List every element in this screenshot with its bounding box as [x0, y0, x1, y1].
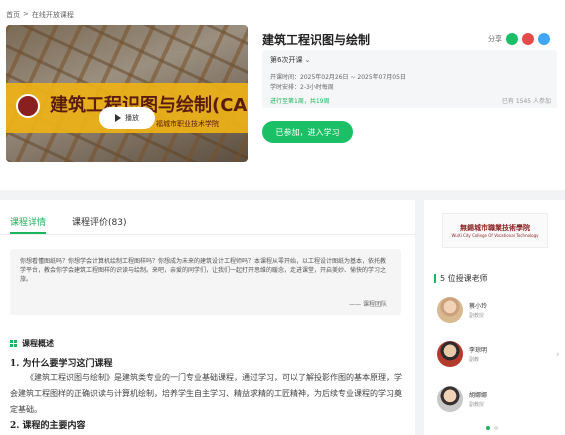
study-time: 学时安排：2-3小时每周: [270, 84, 334, 91]
teacher-card[interactable]: 胡娜娜 副教授: [437, 386, 487, 412]
course-progress: 进行至第1周，共19周: [270, 98, 330, 105]
enter-study-button[interactable]: 已参加，进入学习: [262, 121, 353, 143]
teachers-heading-label: 5 位授课老师: [440, 274, 488, 283]
course-cover-video[interactable]: 建筑工程识图与绘制(CAD) 福城市职业技术学院 播放: [6, 25, 248, 162]
breadcrumb-separator: >: [23, 10, 29, 18]
course-intro-quote: 你想看懂图纸吗？你想学会计算机绘制工程图样吗？你想成为未来的建筑设计工程师吗？本…: [10, 249, 401, 315]
overview-paragraph-1: 《建筑工程识图与绘制》是建筑类专业的一门专业基础课程，通过学习，可以了解投影作图…: [10, 373, 402, 414]
chevron-down-icon: ⌄: [304, 56, 311, 64]
wechat-icon[interactable]: [506, 33, 518, 45]
breadcrumb-current[interactable]: 在线开放课程: [32, 10, 74, 20]
weibo-icon[interactable]: [522, 33, 534, 45]
course-title: 建筑工程识图与绘制: [262, 33, 371, 47]
overview-heading: 课程概述: [10, 338, 54, 349]
teacher-role: 副教授: [469, 402, 485, 408]
carousel-dots: [486, 426, 498, 430]
play-icon: [115, 114, 121, 122]
school-logo-icon: [16, 94, 40, 118]
breadcrumb-home[interactable]: 首页: [6, 10, 20, 20]
detail-tabs: 课程详情 课程评价(83): [10, 215, 127, 234]
overview-heading-label: 课程概述: [22, 339, 54, 348]
intro-text: 你想看懂图纸吗？你想学会计算机绘制工程图样吗？你想成为未来的建筑设计工程师吗？本…: [20, 258, 387, 283]
overview-question-2: 2. 课程的主要内容: [10, 421, 86, 431]
avatar: [437, 341, 463, 367]
course-dates: 开课时间：2025年02月26日 ~ 2025年07月05日: [270, 74, 406, 81]
avatar: [437, 386, 463, 412]
heading-accent-bar: [434, 274, 436, 283]
play-label: 播放: [125, 114, 139, 122]
intro-signature: —— 课程团队: [349, 301, 387, 308]
carousel-dot[interactable]: [494, 426, 498, 430]
overview-question-1: 1. 为什么要学习这门课程: [10, 359, 113, 369]
chevron-right-icon[interactable]: ›: [556, 350, 560, 360]
enrolled-count: 已有 1545 人参加: [501, 98, 551, 105]
play-button[interactable]: 播放: [99, 107, 155, 129]
term-selector[interactable]: 第6次开课 ⌄: [270, 55, 310, 65]
breadcrumb: 首页 > 在线开放课程: [6, 10, 74, 20]
avatar: [437, 297, 463, 323]
school-banner[interactable]: 無錫城市職業技術學院 WuXi City College Of Vocation…: [442, 213, 548, 248]
qq-icon[interactable]: [538, 33, 550, 45]
teacher-card[interactable]: 蔡小玲 副教授: [437, 297, 487, 323]
school-banner-english: WuXi City College Of Vocational Technolo…: [451, 233, 539, 238]
teachers-heading: 5 位授课老师: [434, 273, 488, 284]
term-label: 第6次开课: [270, 56, 303, 64]
school-banner-name: 無錫城市職業技術學院: [460, 224, 530, 232]
grid-icon: [10, 340, 17, 347]
tab-divider: [0, 234, 415, 235]
tab-course-reviews[interactable]: 课程评价(83): [72, 215, 126, 234]
teacher-name: 蔡小玲: [469, 303, 488, 310]
share-label: 分享: [488, 35, 502, 43]
teacher-role: 副教: [469, 357, 480, 363]
teacher-card[interactable]: 李琼明 副教: [437, 341, 487, 367]
share-bar: 分享: [488, 33, 550, 45]
course-details-panel: 课程详情 课程评价(83) 你想看懂图纸吗？你想学会计算机绘制工程图样吗？你想成…: [0, 200, 415, 435]
carousel-dot-active[interactable]: [486, 426, 490, 430]
teacher-name: 胡娜娜: [469, 392, 488, 399]
teacher-name: 李琼明: [469, 347, 488, 354]
cover-school: 福城市职业技术学院: [156, 120, 219, 128]
teacher-role: 副教授: [469, 313, 485, 319]
tab-course-details[interactable]: 课程详情: [10, 215, 47, 234]
